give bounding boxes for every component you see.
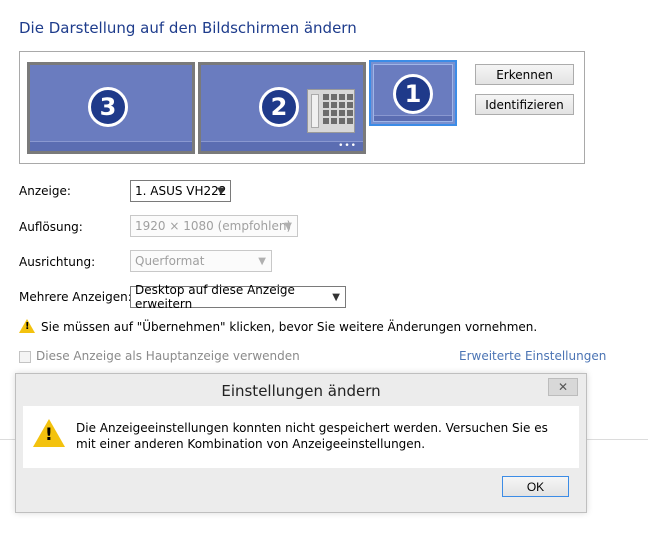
dialog-body: Die Anzeigeeinstellungen konnten nicht g…: [23, 406, 579, 468]
primary-display-checkbox[interactable]: [19, 351, 31, 363]
monitor-taskbar: [374, 115, 452, 121]
page-title: Die Darstellung auf den Bildschirmen änd…: [19, 19, 357, 37]
primary-display-checkbox-label: Diese Anzeige als Hauptanzeige verwenden: [36, 349, 300, 363]
monitor-1[interactable]: 1: [369, 60, 457, 126]
orientation-select[interactable]: Querformat ▼: [130, 250, 272, 272]
multiple-displays-select[interactable]: Desktop auf diese Anzeige erweitern ▼: [130, 283, 346, 311]
ok-button[interactable]: OK: [502, 476, 569, 497]
monitor-number-badge: 1: [393, 74, 433, 114]
display-label: Anzeige:: [19, 184, 71, 198]
resolution-label: Auflösung:: [19, 220, 83, 234]
identify-button[interactable]: Identifizieren: [475, 94, 574, 115]
more-dots-icon: •••: [338, 141, 357, 151]
monitor-number-badge: 3: [88, 87, 128, 127]
monitor-3[interactable]: 3: [27, 62, 195, 154]
monitor-taskbar: [30, 141, 192, 151]
detect-button[interactable]: Erkennen: [475, 64, 574, 85]
advanced-settings-link[interactable]: Erweiterte Einstellungen: [459, 349, 606, 363]
display-select[interactable]: 1. ASUS VH222 ▼: [130, 180, 231, 202]
warning-icon: [19, 319, 35, 333]
resolution-select[interactable]: 1920 × 1080 (empfohlen) ▼: [130, 215, 298, 237]
resolution-select-value: 1920 × 1080 (empfohlen): [135, 219, 292, 233]
display-select-value: 1. ASUS VH222: [135, 184, 227, 198]
chevron-down-icon: ▼: [217, 186, 225, 197]
keypad-icon: [307, 89, 355, 133]
chevron-down-icon: ▼: [332, 292, 340, 303]
multiple-displays-label: Mehrere Anzeigen:: [19, 290, 132, 304]
orientation-label: Ausrichtung:: [19, 255, 96, 269]
monitor-number-badge: 2: [259, 87, 299, 127]
dialog-message: Die Anzeigeeinstellungen konnten nicht g…: [76, 421, 548, 451]
warning-icon: [33, 419, 65, 447]
close-icon[interactable]: ✕: [548, 378, 578, 396]
monitor-2[interactable]: 2 •••: [198, 62, 366, 154]
multiple-displays-select-value: Desktop auf diese Anzeige erweitern: [135, 283, 295, 311]
dialog-title: Einstellungen ändern: [221, 382, 381, 400]
error-dialog: Einstellungen ändern ✕ Die Anzeigeeinste…: [15, 373, 587, 513]
chevron-down-icon: ▼: [284, 221, 292, 232]
chevron-down-icon: ▼: [258, 256, 266, 267]
apply-warning-text: Sie müssen auf "Übernehmen" klicken, bev…: [41, 320, 538, 334]
orientation-select-value: Querformat: [135, 254, 205, 268]
